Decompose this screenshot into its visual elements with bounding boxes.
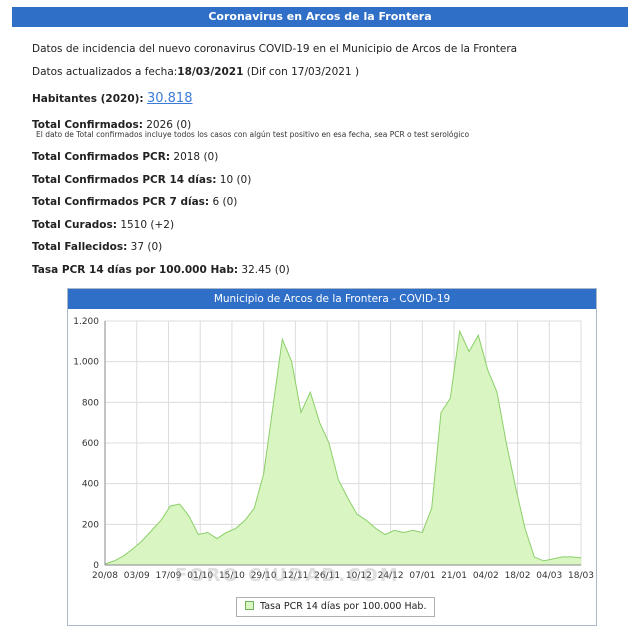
curados-row: Total Curados: 1510 (+2) (32, 219, 174, 231)
pcr-14-row: Total Confirmados PCR 14 días: 10 (0) (32, 174, 251, 186)
pcr-14-value: 10 (0) (219, 174, 252, 186)
curados-value: 1510 (+2) (120, 219, 175, 231)
x-tick-label: 18/03 (568, 571, 594, 581)
habitantes-row: Habitantes (2020): 30.818 (32, 91, 192, 106)
update-date: 18/03/2021 (177, 66, 244, 78)
y-tick-label: 600 (82, 439, 99, 449)
chart-plot: 02004006008001.0001.20020/08 03/09 17/09 01… (73, 317, 594, 581)
x-tick-label: 07/01 (409, 571, 435, 581)
confirmados-pcr-label: Total Confirmados PCR: (32, 151, 171, 163)
legend-swatch (245, 601, 254, 610)
curados-label: Total Curados: (32, 219, 117, 231)
chart-legend[interactable]: Tasa PCR 14 días por 100.000 Hab. (236, 597, 436, 617)
fallecidos-value: 37 (0) (130, 241, 163, 253)
intro-text: Datos de incidencia del nuevo coronaviru… (32, 43, 518, 55)
confirmados-pcr-value: 2018 (0) (173, 151, 219, 163)
tasa-label: Tasa PCR 14 días por 100.000 Hab: (32, 264, 239, 276)
pcr-7-label: Total Confirmados PCR 7 días: (32, 196, 210, 208)
update-prefix: Datos actualizados a fecha: (32, 66, 178, 78)
x-tick-label: 18/02 (505, 571, 531, 581)
x-tick-label: 21/01 (441, 571, 467, 581)
fallecidos-label: Total Fallecidos: (32, 241, 128, 253)
page-header: Coronavirus en Arcos de la Frontera (12, 7, 628, 27)
y-tick-label: 1.200 (73, 317, 99, 327)
update-line: Datos actualizados a fecha:18/03/2021 (D… (32, 66, 359, 78)
tasa-value: 32.45 (0) (241, 264, 290, 276)
confirmados-note: El dato de Total confirmados incluye tod… (36, 130, 470, 139)
tasa-row: Tasa PCR 14 días por 100.000 Hab: 32.45 … (32, 264, 290, 276)
y-tick-label: 800 (82, 398, 99, 408)
legend-label: Tasa PCR 14 días por 100.000 Hab. (260, 601, 427, 612)
fallecidos-row: Total Fallecidos: 37 (0) (32, 241, 162, 253)
x-tick-label: 03/09 (124, 571, 150, 581)
pcr-7-row: Total Confirmados PCR 7 días: 6 (0) (32, 196, 237, 208)
y-tick-label: 0 (93, 561, 99, 571)
watermark: FORO CIUDAD.COM (175, 565, 400, 586)
pcr-7-value: 6 (0) (212, 196, 238, 208)
chart-title: Municipio de Arcos de la Frontera - COVI… (68, 289, 596, 309)
y-tick-label: 400 (82, 480, 99, 490)
update-diff: (Dif con 17/03/2021 ) (246, 66, 360, 78)
confirmados-pcr-row: Total Confirmados PCR: 2018 (0) (32, 151, 218, 163)
x-tick-label: 20/08 (92, 571, 118, 581)
x-tick-label: 04/02 (473, 571, 499, 581)
y-tick-label: 200 (82, 520, 99, 530)
habitantes-link[interactable]: 30.818 (147, 91, 193, 106)
x-tick-label: 04/03 (536, 571, 562, 581)
pcr-14-label: Total Confirmados PCR 14 días: (32, 174, 217, 186)
habitantes-label: Habitantes (2020): (32, 93, 144, 105)
y-tick-label: 1.000 (73, 358, 99, 368)
